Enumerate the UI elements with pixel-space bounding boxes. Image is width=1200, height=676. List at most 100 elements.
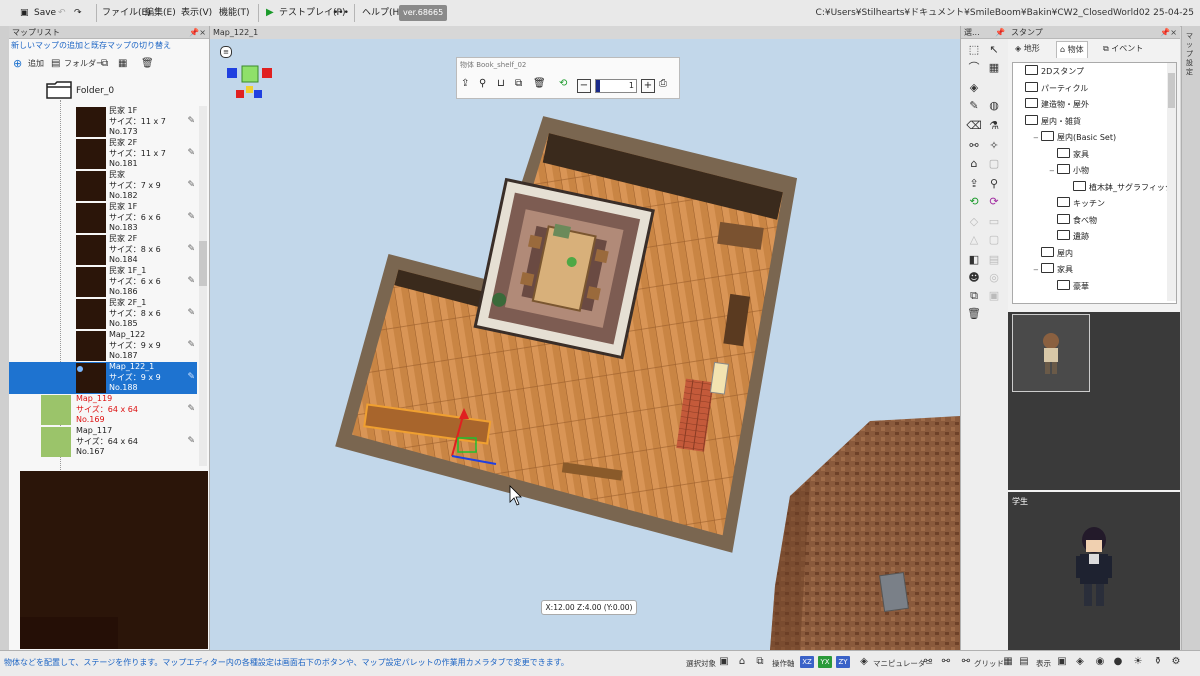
bucket-icon[interactable]: ◍ <box>986 98 1002 114</box>
stepper-field[interactable]: 1 <box>595 79 637 93</box>
view-light-icon[interactable]: ☀ <box>1132 656 1144 668</box>
edit-pencil-icon[interactable]: ✎ <box>187 116 195 126</box>
view-cube-icon[interactable]: ◈ <box>1074 656 1086 668</box>
view-terrain-icon[interactable]: ▣ <box>1056 656 1068 668</box>
save-button[interactable]: Save <box>34 5 56 21</box>
map-list-item[interactable]: 民家 1F サイズ：6 x 6 No.183 ✎ <box>9 202 197 234</box>
undo-icon[interactable]: ↶ <box>58 5 66 21</box>
tab-event[interactable]: ⧉ イベント <box>1100 41 1146 57</box>
view-settings-icon[interactable]: ⚙ <box>1170 656 1182 668</box>
tree-node[interactable]: 食べ物 <box>1049 213 1097 228</box>
tab-object[interactable]: ⌂ 物体 <box>1056 41 1088 58</box>
play-icon[interactable]: ▶ <box>266 5 274 21</box>
axis-zy-button[interactable]: ZY <box>836 656 850 668</box>
map-settings-tab[interactable]: マップ設定 <box>1186 32 1195 77</box>
map-list-item[interactable]: 民家 2F_1 サイズ：8 x 6 No.185 ✎ <box>9 298 197 330</box>
edit-pencil-icon[interactable]: ✎ <box>187 372 195 382</box>
increment-button[interactable]: + <box>641 79 655 93</box>
rotate-icon[interactable]: ⟲ <box>966 194 982 210</box>
tree-scrollbar[interactable] <box>1167 63 1176 301</box>
dropper-icon[interactable]: ⚗ <box>986 118 1002 134</box>
copy-icon[interactable]: ⧉ <box>515 78 522 89</box>
tree-node[interactable]: キッチン <box>1049 197 1105 211</box>
orientation-cube[interactable] <box>227 65 272 98</box>
edit-pencil-icon[interactable]: ✎ <box>187 180 195 190</box>
delete-icon[interactable]: 🗑 <box>966 306 982 322</box>
axis-xz-button[interactable]: XZ <box>800 656 814 668</box>
edit-pencil-icon[interactable]: ✎ <box>187 404 195 414</box>
menu-function[interactable]: 機能(T) <box>219 5 250 21</box>
menu-view[interactable]: 表示(V) <box>181 5 212 21</box>
folder-icon[interactable] <box>46 81 72 99</box>
edit-pencil-icon[interactable]: ✎ <box>187 276 195 286</box>
more-button[interactable]: ••• <box>333 5 349 21</box>
menu-icon[interactable]: ≡ <box>220 46 232 58</box>
floor-icon[interactable]: ⊔ <box>497 78 505 89</box>
map-list-item[interactable]: 民家 2F サイズ：11 x 7 No.181 ✎ <box>9 138 197 170</box>
tree-node[interactable]: − 家具 <box>1033 263 1073 277</box>
properties-icon[interactable]: ⎙ <box>659 78 667 89</box>
rotate-alt-icon[interactable]: ⟳ <box>986 194 1002 210</box>
copy-icon[interactable]: ⧉ <box>101 56 108 72</box>
sparkle-icon[interactable]: ✧ <box>986 138 1002 154</box>
delete-icon[interactable]: 🗑 <box>533 78 546 89</box>
home-icon[interactable]: ⌂ <box>966 156 982 172</box>
menu-file[interactable]: ファイル(E) <box>102 5 151 21</box>
edit-pencil-icon[interactable]: ✎ <box>187 212 195 222</box>
map-list-item[interactable]: Map_119 サイズ：64 x 64 No.169 ✎ <box>9 394 197 426</box>
lift-icon[interactable]: ⇪ <box>461 78 469 89</box>
stamp-icon[interactable]: ⚲ <box>479 78 486 89</box>
edit-pencil-icon[interactable]: ✎ <box>187 148 195 158</box>
pin-icon[interactable]: 📌 <box>995 26 1005 39</box>
map-list-item[interactable]: Map_117 サイズ：64 x 64 No.167 ✎ <box>9 426 197 458</box>
lasso-icon[interactable]: ⌒ <box>966 60 982 76</box>
map-list-item[interactable]: Map_122 サイズ：9 x 9 No.187 ✎ <box>9 330 197 362</box>
rotate-icon[interactable]: ⟲ <box>559 78 567 89</box>
view-camera-icon[interactable]: ◉ <box>1094 656 1106 668</box>
tree-node[interactable]: 2Dスタンプ <box>1017 65 1084 79</box>
new-folder-icon[interactable]: ▤ <box>51 56 60 72</box>
paint-icon[interactable]: ◈ <box>966 80 982 96</box>
map-list-item[interactable]: 民家 1F サイズ：11 x 7 No.173 ✎ <box>9 106 197 138</box>
map-list-scrollbar[interactable] <box>199 106 207 466</box>
view-sphere-icon[interactable]: ● <box>1112 656 1124 668</box>
tree-node[interactable]: − 屋内(Basic Set) <box>1033 131 1116 145</box>
redo-icon[interactable]: ↷ <box>74 5 82 21</box>
grid-select-icon[interactable]: ▦ <box>986 60 1002 76</box>
tree-node[interactable]: 豪華 <box>1049 279 1089 294</box>
menu-help[interactable]: ヘルプ(H) <box>362 5 403 21</box>
map-list-item[interactable]: 民家 2F サイズ：8 x 6 No.184 ✎ <box>9 234 197 266</box>
edit-pencil-icon[interactable]: ✎ <box>187 244 195 254</box>
pin-icon[interactable]: 📌× <box>189 26 206 39</box>
folder-name[interactable]: Folder_0 <box>76 86 114 96</box>
map-viewport[interactable]: ≡ <box>210 26 960 650</box>
target-event-icon[interactable]: ⧉ <box>754 656 766 668</box>
npc-icon[interactable]: ☻ <box>966 270 982 286</box>
target-all-icon[interactable]: ▣ <box>718 656 730 668</box>
tree-node[interactable]: 建造物・屋外 <box>1017 98 1089 112</box>
viewport-tab[interactable]: Map_122_1 <box>210 26 960 39</box>
tree-expander-icon[interactable]: − <box>1033 131 1040 145</box>
grid-icon[interactable]: ⚯ <box>960 656 972 668</box>
tree-node[interactable]: 植木鉢_サグラフィック <box>1065 180 1173 195</box>
tree-expander-icon[interactable]: − <box>1033 263 1040 277</box>
folder-button[interactable]: フォルダー <box>64 56 104 72</box>
select-icon[interactable]: ⬚ <box>966 42 982 58</box>
copy-icon[interactable]: ⧉ <box>966 288 982 304</box>
tree-node[interactable]: 屋内・雑貨 <box>1017 114 1081 129</box>
stamp-tool-icon[interactable]: ⚲ <box>986 176 1002 192</box>
menu-edit[interactable]: 編集(E) <box>145 5 176 21</box>
decrement-button[interactable]: − <box>577 79 591 93</box>
grid-toggle-icon[interactable]: ▦ <box>1002 656 1014 668</box>
edit-pencil-icon[interactable]: ✎ <box>187 436 195 446</box>
tree-expander-icon[interactable]: − <box>1049 164 1056 178</box>
save-icon[interactable]: ▣ <box>20 5 29 21</box>
tab-terrain[interactable]: ◈ 地形 <box>1012 41 1043 57</box>
manipulator-icon[interactable]: ◈ <box>858 656 870 668</box>
character-thumb[interactable] <box>1012 314 1090 392</box>
add-button[interactable]: 追加 <box>28 56 44 72</box>
axis-yx-button[interactable]: YX <box>818 656 832 668</box>
scrollbar-thumb[interactable] <box>1168 73 1175 108</box>
grid-mode-icon[interactable]: ▤ <box>1018 656 1030 668</box>
edit-pencil-icon[interactable]: ✎ <box>187 308 195 318</box>
